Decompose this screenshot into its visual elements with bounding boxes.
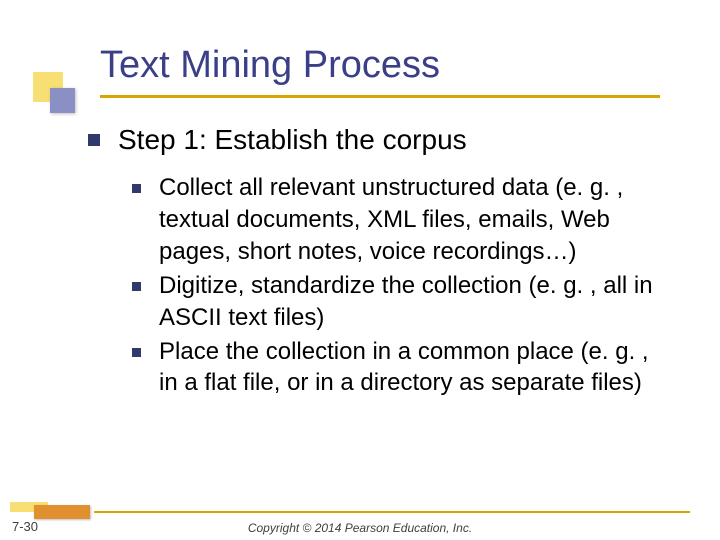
- step-heading-text: Step 1: Establish the corpus: [118, 124, 467, 155]
- bullet-icon: [88, 134, 100, 146]
- bullet-icon: [132, 282, 141, 291]
- slide: Text Mining Process Step 1: Establish th…: [0, 0, 720, 540]
- list-item-text: Digitize, standardize the collection (e.…: [159, 270, 672, 334]
- bullet-icon: [132, 184, 141, 193]
- list-item-text: Place the collection in a common place (…: [159, 336, 672, 400]
- slide-title: Text Mining Process: [100, 44, 440, 87]
- title-underline: [100, 95, 660, 98]
- step-heading: Step 1: Establish the corpus: [88, 124, 467, 156]
- footer-rule: [94, 511, 690, 513]
- list-item-text: Collect all relevant unstructured data (…: [159, 172, 672, 268]
- bullet-list: Collect all relevant unstructured data (…: [132, 172, 672, 401]
- decor-square-purple: [50, 88, 75, 113]
- list-item: Digitize, standardize the collection (e.…: [132, 270, 672, 334]
- bullet-icon: [132, 348, 141, 357]
- decor-footer-orange: [34, 505, 90, 519]
- copyright-text: Copyright © 2014 Pearson Education, Inc.: [0, 521, 720, 535]
- list-item: Place the collection in a common place (…: [132, 336, 672, 400]
- list-item: Collect all relevant unstructured data (…: [132, 172, 672, 268]
